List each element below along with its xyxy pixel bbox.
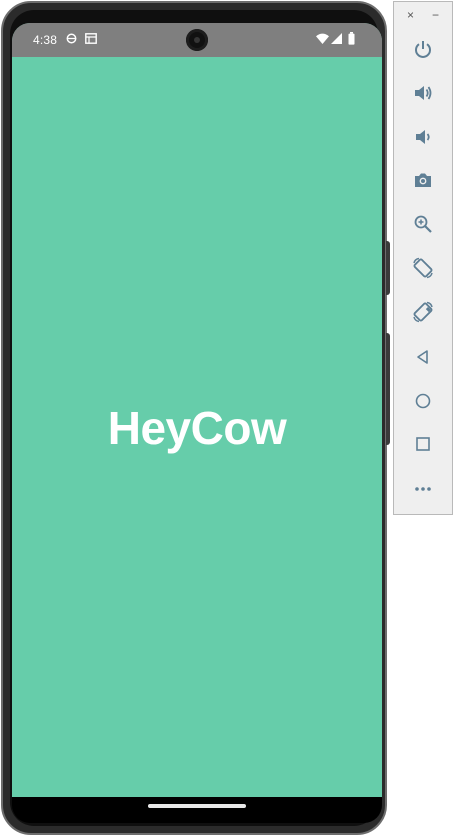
- back-triangle-icon: [417, 350, 428, 364]
- overview-square-icon: [416, 437, 430, 451]
- zoom-in-icon: [414, 215, 432, 233]
- more-button[interactable]: [408, 474, 438, 504]
- emulator-toolbar: × −: [393, 1, 453, 515]
- camera-icon: [415, 173, 431, 187]
- home-button[interactable]: [408, 386, 438, 416]
- rotate-right-icon: [413, 301, 433, 323]
- back-button[interactable]: [408, 342, 438, 372]
- volume-down-button[interactable]: [408, 122, 438, 152]
- front-camera: [186, 29, 208, 51]
- phone-screen[interactable]: 4:38 HeyCow: [12, 23, 382, 797]
- screenshot-button[interactable]: [408, 165, 438, 195]
- volume-up-button[interactable]: [408, 78, 438, 108]
- battery-icon: [348, 32, 355, 48]
- rotate-left-button[interactable]: [408, 253, 438, 283]
- minimize-icon[interactable]: −: [432, 8, 439, 22]
- phone-frame: 4:38 HeyCow: [1, 1, 390, 835]
- volume-down-icon: [416, 130, 430, 144]
- more-dots-icon: [415, 487, 431, 491]
- phone-side-button-power: [386, 333, 390, 445]
- zoom-button[interactable]: [408, 209, 438, 239]
- home-gesture-handle[interactable]: [148, 804, 246, 808]
- close-icon[interactable]: ×: [407, 8, 414, 22]
- rotate-right-button[interactable]: [408, 297, 438, 327]
- overview-button[interactable]: [408, 429, 438, 459]
- home-circle-icon: [415, 393, 431, 409]
- volume-up-icon: [415, 86, 432, 100]
- sd-card-icon: [85, 33, 97, 47]
- power-icon: [415, 41, 431, 58]
- wifi-icon: [316, 33, 329, 47]
- rotate-left-icon: [413, 257, 433, 279]
- app-title: HeyCow: [107, 402, 287, 454]
- power-button[interactable]: [408, 34, 438, 64]
- phone-side-button-volume: [386, 241, 390, 295]
- status-time: 4:38: [33, 33, 58, 47]
- status-bar: 4:38: [12, 23, 382, 57]
- emulator-window: 4:38 HeyCow × −: [0, 0, 454, 838]
- sync-icon: [66, 33, 77, 47]
- signal-icon: [331, 33, 342, 47]
- gesture-nav-bar: [12, 797, 382, 823]
